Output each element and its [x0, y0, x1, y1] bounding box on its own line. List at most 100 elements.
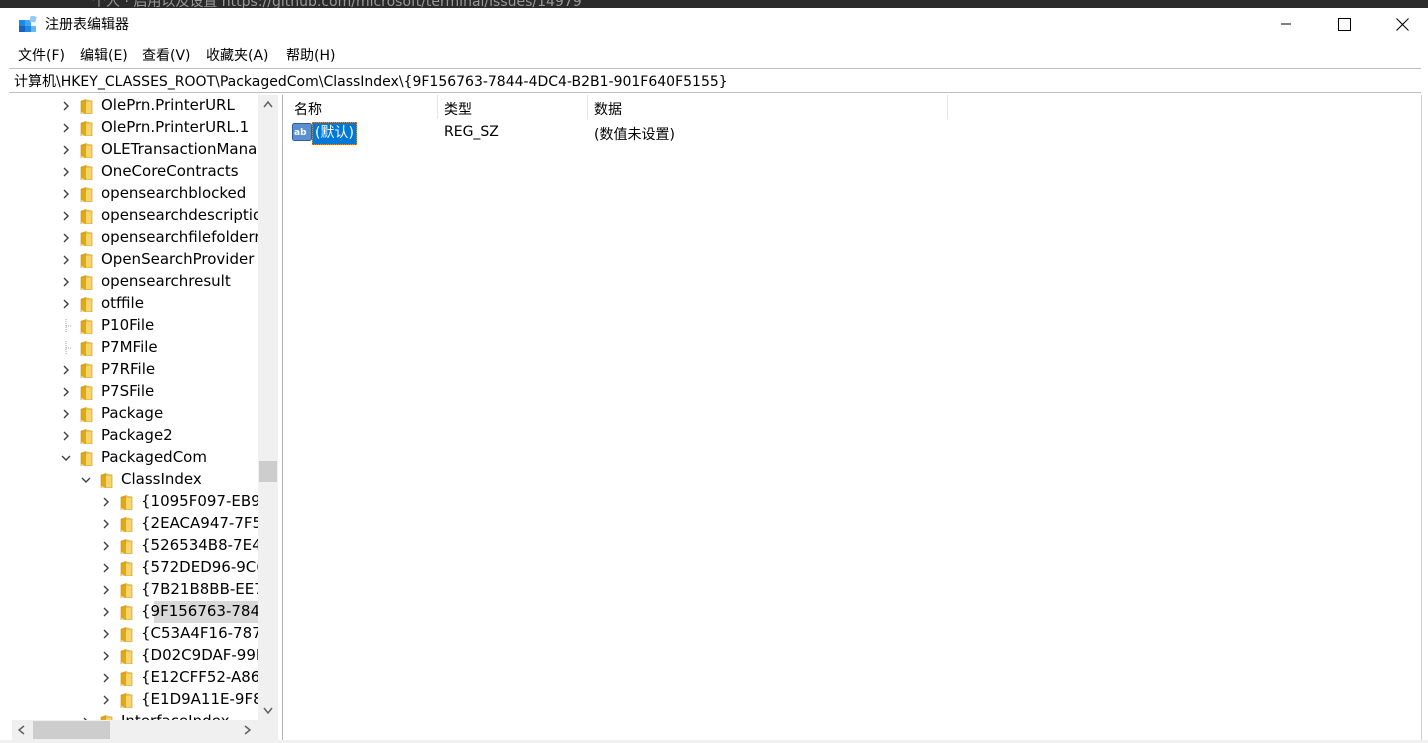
- maximize-button[interactable]: [1315, 8, 1373, 40]
- chevron-right-icon[interactable]: [60, 121, 72, 135]
- chevron-down-icon[interactable]: [60, 451, 72, 465]
- chevron-right-icon[interactable]: [60, 231, 72, 245]
- tree-item-label: {2EACA947-7F5F: [141, 514, 271, 532]
- tree-horizontal-scrollbar[interactable]: [12, 720, 258, 740]
- chevron-right-icon[interactable]: [100, 693, 112, 707]
- menu-help[interactable]: 帮助(H): [286, 45, 335, 65]
- chevron-right-icon[interactable]: [60, 209, 72, 223]
- chevron-right-icon[interactable]: [100, 649, 112, 663]
- chevron-right-icon[interactable]: [100, 671, 112, 685]
- minimize-button[interactable]: [1257, 8, 1315, 40]
- tree-vertical-scrollbar[interactable]: [258, 95, 278, 720]
- menu-favorites[interactable]: 收藏夹(A): [206, 45, 269, 65]
- tree-item[interactable]: {E12CFF52-A866: [12, 667, 270, 689]
- tree-item[interactable]: P7SFile: [12, 381, 258, 403]
- column-header-type[interactable]: 类型: [437, 95, 587, 119]
- tree-item[interactable]: InterfaceIndex: [12, 711, 258, 720]
- tree-item[interactable]: opensearchfilefolderr: [12, 227, 261, 249]
- tree-item[interactable]: {E1D9A11E-9F85: [12, 689, 272, 711]
- tree-item[interactable]: PackagedCom: [12, 447, 258, 469]
- chevron-right-icon[interactable]: [60, 275, 72, 289]
- folder-icon: [120, 495, 133, 510]
- menu-view[interactable]: 查看(V): [142, 45, 191, 65]
- scroll-down-icon[interactable]: [263, 707, 273, 714]
- scroll-up-icon[interactable]: [263, 101, 273, 108]
- chevron-right-icon[interactable]: [100, 517, 112, 531]
- tree-item-label: OpenSearchProvider: [101, 250, 255, 268]
- address-bar[interactable]: 计算机\HKEY_CLASSES_ROOT\PackagedCom\ClassI…: [9, 68, 1421, 93]
- value-name[interactable]: (默认): [312, 122, 357, 145]
- tree-item[interactable]: {572DED96-9C60: [12, 557, 275, 579]
- tree-item[interactable]: P7RFile: [12, 359, 258, 381]
- chevron-down-icon[interactable]: [80, 473, 92, 487]
- tree-item-label: P7RFile: [101, 360, 156, 378]
- tree-item[interactable]: {D02C9DAF-99D: [12, 645, 267, 667]
- chevron-right-icon[interactable]: [100, 605, 112, 619]
- values-list[interactable]: 名称 类型 数据 ab (默认) REG_SZ (数值未设置): [287, 95, 1421, 740]
- horizontal-scroll-thumb[interactable]: [33, 721, 110, 739]
- svg-text:ab: ab: [294, 128, 307, 138]
- tree-item[interactable]: OLETransactionManag: [12, 139, 267, 161]
- scroll-right-icon[interactable]: [244, 725, 251, 735]
- chevron-right-icon[interactable]: [100, 495, 112, 509]
- folder-icon: [120, 693, 133, 708]
- tree-item[interactable]: Package: [12, 403, 258, 425]
- tree-item-label: InterfaceIndex: [121, 712, 229, 720]
- tree-item[interactable]: {C53A4F16-787E: [12, 623, 271, 645]
- folder-icon: [120, 627, 133, 642]
- chevron-right-icon[interactable]: [60, 429, 72, 443]
- folder-icon: [80, 99, 93, 114]
- folder-icon: [80, 429, 93, 444]
- tree-item-label: OlePrn.PrinterURL: [101, 96, 235, 114]
- folder-icon: [120, 671, 133, 686]
- folder-icon: [80, 407, 93, 422]
- scroll-left-icon[interactable]: [18, 725, 25, 735]
- tree-item-label: P7MFile: [101, 338, 158, 356]
- menu-file[interactable]: 文件(F): [18, 45, 65, 65]
- tree-item[interactable]: {9F156763-7844: [12, 601, 270, 623]
- tree-item[interactable]: {1095F097-EB96: [12, 491, 270, 513]
- close-button[interactable]: [1373, 8, 1428, 40]
- column-header-name[interactable]: 名称: [287, 95, 437, 119]
- menu-edit[interactable]: 编辑(E): [80, 45, 128, 65]
- chevron-right-icon[interactable]: [60, 407, 72, 421]
- column-header-data[interactable]: 数据: [587, 95, 947, 119]
- chevron-right-icon[interactable]: [60, 187, 72, 201]
- tree-item[interactable]: P7MFile: [12, 337, 258, 359]
- chevron-right-icon[interactable]: [60, 363, 72, 377]
- chevron-right-icon[interactable]: [100, 583, 112, 597]
- chevron-right-icon[interactable]: [100, 627, 112, 641]
- tree-item[interactable]: {526534B8-7E46: [12, 535, 271, 557]
- tree-item[interactable]: opensearchresult: [12, 271, 258, 293]
- tree-item[interactable]: OlePrn.PrinterURL.1: [12, 117, 258, 139]
- title-bar[interactable]: 注册表编辑器: [0, 8, 1428, 41]
- value-row[interactable]: ab (默认) REG_SZ (数值未设置): [287, 122, 1421, 145]
- tree-item[interactable]: OlePrn.PrinterURL: [12, 95, 258, 117]
- tree-item[interactable]: OneCoreContracts: [12, 161, 258, 183]
- vertical-scroll-thumb[interactable]: [259, 461, 277, 482]
- tree-item[interactable]: opensearchblocked: [12, 183, 258, 205]
- tree-item[interactable]: ClassIndex: [12, 469, 258, 491]
- address-path[interactable]: 计算机\HKEY_CLASSES_ROOT\PackagedCom\ClassI…: [14, 71, 728, 91]
- tree-item[interactable]: otffile: [12, 293, 258, 315]
- chevron-right-icon[interactable]: [60, 297, 72, 311]
- tree-item[interactable]: {7B21B8BB-EE70: [12, 579, 273, 601]
- tree-item[interactable]: OpenSearchProvider: [12, 249, 258, 271]
- tree-item[interactable]: {2EACA947-7F5F: [12, 513, 271, 535]
- tree-item-label: {D02C9DAF-99D: [141, 646, 268, 664]
- tree-item[interactable]: P10File: [12, 315, 258, 337]
- column-divider[interactable]: [947, 95, 948, 119]
- maximize-icon: [1337, 17, 1351, 31]
- chevron-right-icon[interactable]: [60, 253, 72, 267]
- tree-item-label: OLETransactionManag: [101, 140, 267, 158]
- chevron-right-icon[interactable]: [60, 165, 72, 179]
- tree-item-label: Package2: [101, 426, 173, 444]
- chevron-right-icon[interactable]: [60, 385, 72, 399]
- tree-item[interactable]: Package2: [12, 425, 258, 447]
- key-tree[interactable]: OlePrn.PrinterURL OlePrn.PrinterURL.1 OLET…: [12, 95, 279, 720]
- chevron-right-icon[interactable]: [100, 539, 112, 553]
- chevron-right-icon[interactable]: [60, 143, 72, 157]
- chevron-right-icon[interactable]: [100, 561, 112, 575]
- tree-item[interactable]: opensearchdescriptio: [12, 205, 262, 227]
- chevron-right-icon[interactable]: [60, 99, 72, 113]
